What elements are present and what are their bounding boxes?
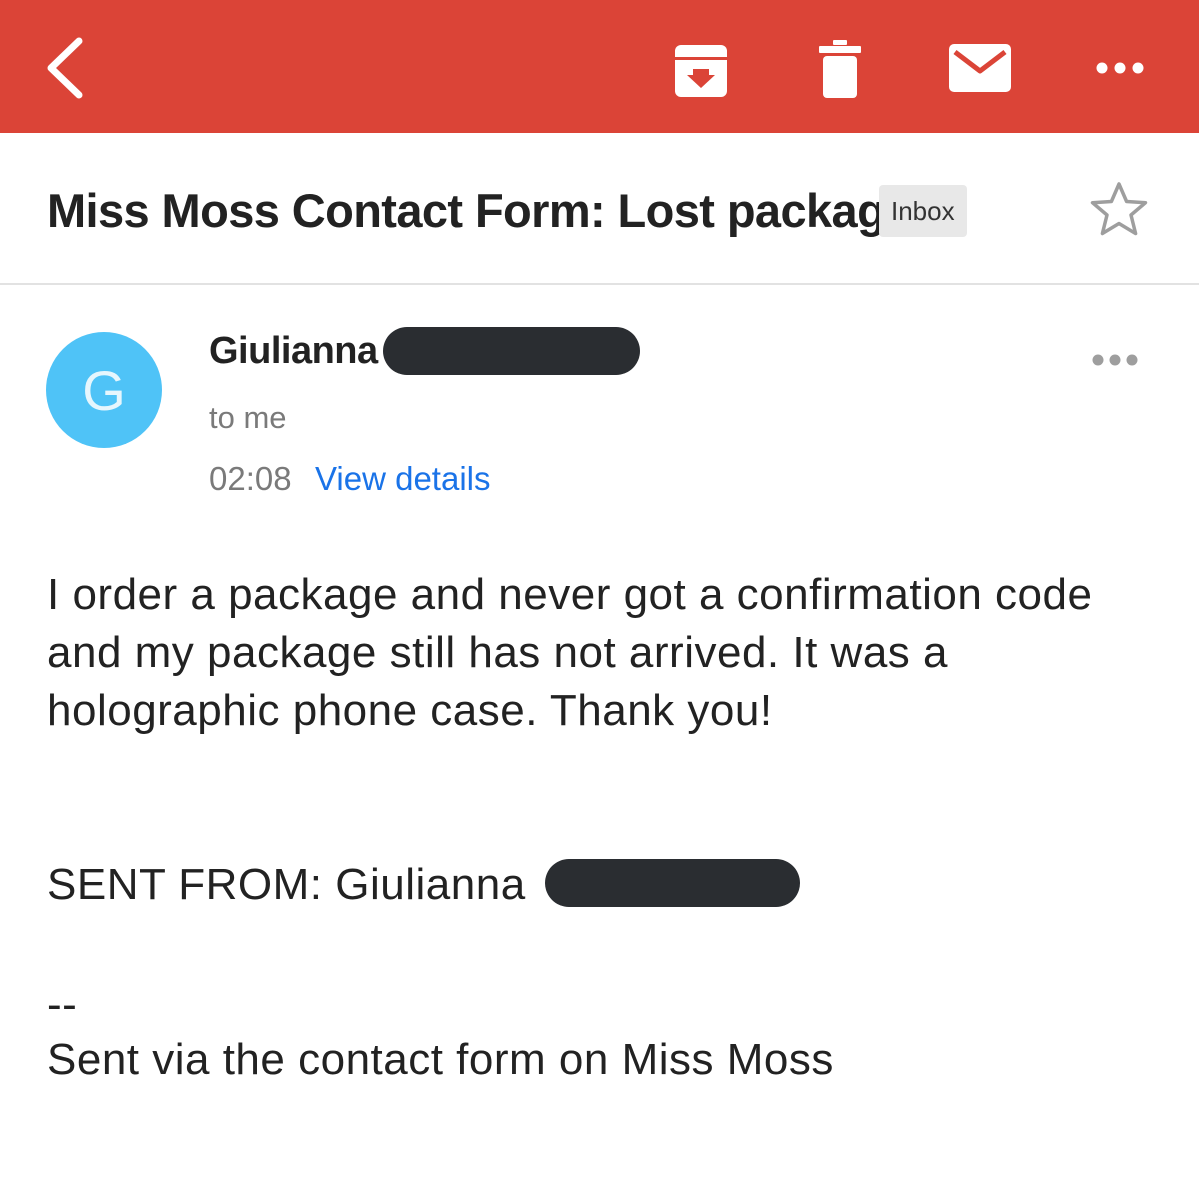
back-button[interactable] bbox=[30, 28, 100, 108]
mark-unread-button[interactable] bbox=[944, 40, 1016, 96]
recipients: to me bbox=[209, 400, 287, 435]
label-chip-inbox[interactable]: Inbox bbox=[879, 185, 967, 237]
star-button[interactable] bbox=[1088, 179, 1150, 241]
star-icon bbox=[1090, 182, 1148, 236]
redaction-bar bbox=[383, 327, 640, 375]
sender-name[interactable]: Giulianna bbox=[209, 330, 378, 373]
message-time: 02:08 bbox=[209, 460, 292, 497]
more-horizontal-icon bbox=[1092, 354, 1138, 366]
avatar-letter: G bbox=[82, 358, 126, 422]
signature-separator: -- bbox=[47, 980, 78, 1029]
mail-icon bbox=[949, 44, 1011, 92]
trash-icon bbox=[819, 40, 861, 98]
redaction-bar bbox=[545, 859, 800, 907]
toolbar-more-button[interactable] bbox=[1082, 48, 1158, 88]
message-subject: Miss Moss Contact Form: Lost package bbox=[47, 184, 911, 237]
delete-button[interactable] bbox=[810, 36, 870, 102]
view-details-link[interactable]: View details bbox=[315, 460, 491, 498]
back-arrow-icon bbox=[47, 37, 83, 99]
message-more-button[interactable] bbox=[1090, 352, 1150, 382]
app-toolbar bbox=[0, 0, 1199, 133]
signature-line: Sent via the contact form on Miss Moss bbox=[47, 1035, 834, 1084]
avatar[interactable]: G bbox=[46, 332, 162, 448]
body-paragraph: I order a package and never got a confir… bbox=[47, 570, 1093, 735]
subject-row: Miss Moss Contact Form: Lost package Inb… bbox=[0, 133, 1199, 285]
more-horizontal-icon bbox=[1096, 62, 1144, 74]
archive-button[interactable] bbox=[668, 38, 734, 104]
archive-icon bbox=[675, 45, 727, 97]
